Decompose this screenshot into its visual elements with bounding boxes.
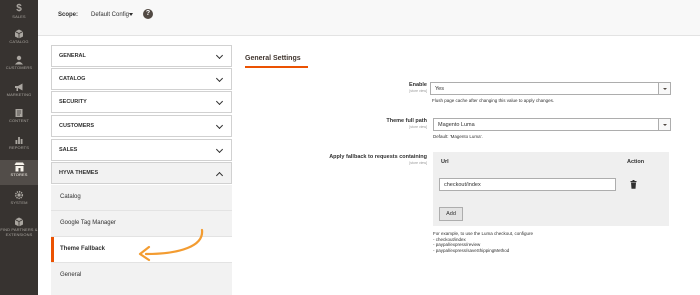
nav-item-sales[interactable]: $ Sales: [0, 2, 38, 26]
section-title[interactable]: General Settings: [245, 55, 301, 62]
fallback-scope: [store view]: [409, 161, 427, 165]
enable-select[interactable]: Yes: [430, 82, 671, 95]
megaphone-icon: [0, 82, 38, 92]
fallback-url-input[interactable]: checkout/index: [439, 178, 616, 191]
nav-label: Content: [8, 118, 30, 123]
help-icon[interactable]: ?: [143, 9, 153, 19]
store-icon: [0, 162, 38, 172]
tab-security[interactable]: SECURITY: [51, 91, 232, 113]
subitem-label: Catalog: [60, 194, 81, 200]
note-line: - paypal/express/saveShippingMethod: [433, 247, 510, 253]
nav-item-marketing[interactable]: Marketing: [0, 80, 38, 104]
annotation-arrow-icon: [138, 228, 204, 262]
chevron-down-icon: [215, 145, 224, 154]
nav-label: Catalog: [9, 39, 29, 44]
bar-chart-icon: [0, 135, 38, 145]
nav-label: Sales: [12, 14, 26, 19]
content-icon: [0, 108, 38, 118]
tab-label: GENERAL: [59, 53, 86, 59]
fallback-label: Apply fallback to requests containing: [329, 154, 427, 160]
subitem-general[interactable]: General: [51, 263, 232, 288]
chevron-down-icon: [215, 74, 224, 83]
fallback-table: Url Action checkout/index Add: [433, 152, 669, 226]
nav-label: Customers: [5, 65, 33, 70]
input-value: checkout/index: [444, 182, 481, 188]
nav-label: Stores: [10, 172, 28, 177]
tab-customers[interactable]: CUSTOMERS: [51, 115, 232, 137]
subitem-label: General: [60, 272, 82, 278]
fallback-note: For example, to use the Luma checkout, c…: [433, 231, 533, 253]
scope-switcher[interactable]: Default Config: [88, 11, 132, 19]
nav-item-content[interactable]: Content: [0, 106, 38, 130]
nav-label: Reports: [9, 145, 29, 150]
theme-path-note: Default: 'Magento Luma'.: [433, 134, 483, 139]
nav-item-partners[interactable]: Find Partners & Extensions: [0, 215, 38, 245]
add-button[interactable]: Add: [439, 207, 463, 221]
section-title-underline: [245, 66, 308, 68]
enable-scope: [store view]: [409, 89, 427, 93]
chevron-down-icon: [658, 119, 670, 130]
tab-label: SECURITY: [59, 99, 87, 105]
admin-sidebar: $ Sales Catalog Customers Marketing Cont…: [0, 0, 38, 295]
nav-label: Marketing: [6, 92, 32, 97]
tab-general[interactable]: GENERAL: [51, 45, 232, 67]
trash-icon[interactable]: [630, 180, 637, 189]
theme-path-label: Theme full path: [386, 118, 427, 124]
enable-note: Flush page cache after changing this val…: [432, 98, 555, 103]
subitem-label: Theme Fallback: [60, 246, 106, 252]
customers-icon: [0, 55, 38, 65]
chevron-down-icon[interactable]: [129, 13, 133, 16]
col-action-header: Action: [627, 159, 645, 165]
nav-item-customers[interactable]: Customers: [0, 53, 38, 77]
chevron-up-icon: [215, 171, 224, 180]
select-value: Magento Luma: [438, 122, 475, 128]
nav-item-stores[interactable]: Stores: [0, 160, 38, 185]
theme-path-scope: [store view]: [409, 125, 427, 129]
nav-item-reports[interactable]: Reports: [0, 133, 38, 157]
chevron-down-icon: [215, 51, 224, 60]
select-value: Yes: [435, 86, 444, 92]
nav-item-system[interactable]: System: [0, 188, 38, 212]
tab-label: CUSTOMERS: [59, 123, 95, 129]
col-url-header: Url: [441, 159, 449, 165]
subitem-label: Google Tag Manager: [60, 220, 116, 226]
tab-catalog[interactable]: CATALOG: [51, 68, 232, 90]
extensions-cube-icon: [0, 217, 38, 227]
chevron-down-icon: [215, 121, 224, 130]
tab-sales[interactable]: SALES: [51, 139, 232, 161]
subitem-catalog[interactable]: Catalog: [51, 185, 232, 210]
dollar-icon: $: [16, 3, 22, 14]
page-header: Scope: Default Config ?: [38, 0, 700, 36]
tab-label: HYVA THEMES: [59, 170, 99, 176]
note-line: For example, to use the Luma checkout, c…: [433, 231, 534, 236]
catalog-cube-icon: [0, 29, 38, 39]
tab-hyva-themes[interactable]: HYVA THEMES: [51, 162, 232, 184]
gear-icon: [0, 190, 38, 200]
tab-label: SALES: [59, 147, 78, 153]
nav-label: Find Partners & Extensions: [0, 227, 38, 237]
tab-label: CATALOG: [59, 76, 86, 82]
scope-label: Scope:: [58, 12, 79, 18]
enable-label: Enable: [408, 82, 427, 88]
theme-path-select[interactable]: Magento Luma: [433, 118, 671, 131]
nav-label: System: [10, 200, 28, 205]
nav-item-catalog[interactable]: Catalog: [0, 27, 38, 51]
chevron-down-icon: [215, 97, 224, 106]
chevron-down-icon: [658, 83, 670, 94]
